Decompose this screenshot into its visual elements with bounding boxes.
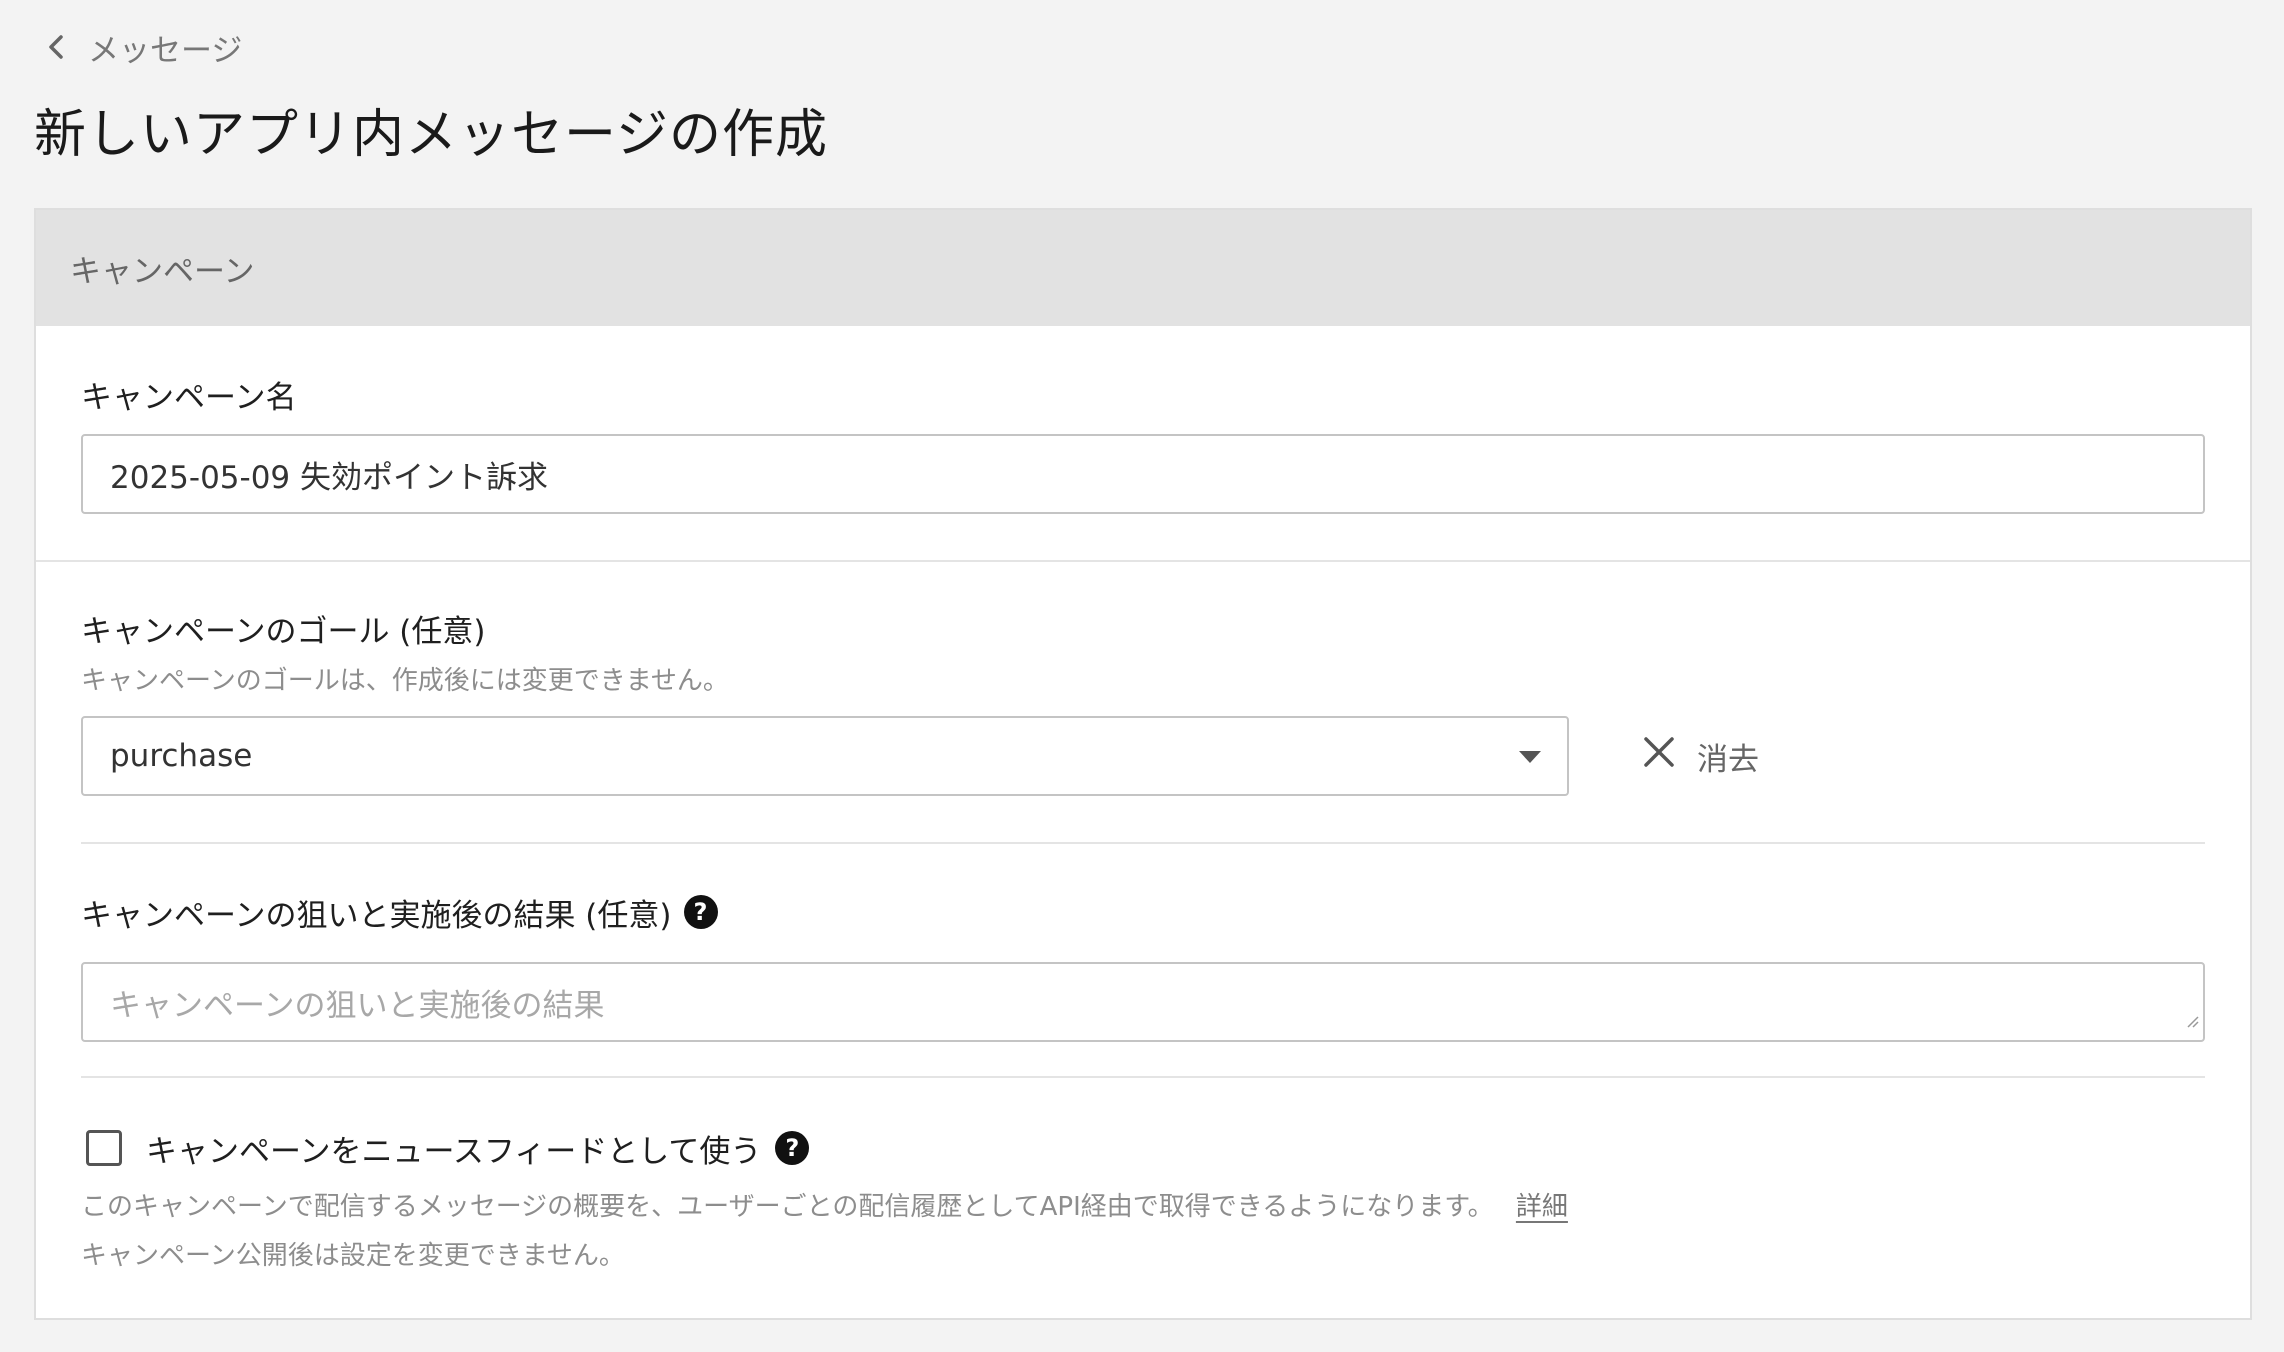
- news-feed-note: キャンペーン公開後は設定を変更できません。: [81, 1241, 625, 1271]
- news-feed-description-row: このキャンペーンで配信するメッセージの概要を、ユーザーごとの配信履歴としてAPI…: [81, 1186, 2205, 1223]
- campaign-name-input[interactable]: 2025-05-09 失効ポイント訴求: [81, 434, 2205, 514]
- breadcrumb[interactable]: メッセージ: [46, 22, 242, 72]
- question-circle-icon[interactable]: ?: [683, 895, 718, 929]
- goal-select[interactable]: purchase: [81, 716, 1569, 796]
- section-divider: [36, 560, 2250, 562]
- aim-label: キャンペーンの狙いと実施後の結果 (任意): [81, 897, 672, 934]
- section-divider: [81, 1076, 2205, 1078]
- news-feed-label[interactable]: キャンペーンをニュースフィードとして使う: [146, 1126, 761, 1171]
- campaign-name-section: キャンペーン名 2025-05-09 失効ポイント訴求: [81, 372, 2205, 514]
- aim-section: キャンペーンの狙いと実施後の結果 (任意) ? キャンペーンの狙いと実施後の結果: [81, 890, 2205, 1042]
- campaign-card: キャンペーン キャンペーン名 2025-05-09 失効ポイント訴求 キャンペー…: [34, 208, 2252, 1320]
- news-feed-description: このキャンペーンで配信するメッセージの概要を、ユーザーごとの配信履歴としてAPI…: [81, 1192, 1494, 1222]
- chevron-left-icon: [46, 34, 68, 60]
- news-feed-section: キャンペーンをニュースフィードとして使う ? このキャンペーンで配信するメッセー…: [81, 1126, 2205, 1272]
- goal-selected-value: purchase: [110, 738, 253, 774]
- clear-goal-button[interactable]: 消去: [1643, 716, 1759, 796]
- news-feed-row: キャンペーンをニュースフィードとして使う ?: [81, 1126, 2205, 1170]
- section-divider: [81, 842, 2205, 844]
- chevron-down-icon: [1519, 751, 1541, 763]
- clear-goal-label: 消去: [1697, 741, 1759, 778]
- goal-help-text: キャンペーンのゴールは、作成後には変更できません。: [81, 666, 729, 696]
- aim-textarea[interactable]: キャンペーンの狙いと実施後の結果: [81, 962, 2205, 1042]
- question-circle-icon[interactable]: ?: [775, 1131, 810, 1165]
- campaign-name-label: キャンペーン名: [81, 379, 297, 416]
- close-icon: [1643, 736, 1675, 776]
- page-title: 新しいアプリ内メッセージの作成: [34, 105, 828, 165]
- aim-label-row: キャンペーンの狙いと実施後の結果 (任意) ?: [81, 890, 2205, 934]
- aim-placeholder: キャンペーンの狙いと実施後の結果: [110, 987, 605, 1024]
- details-link[interactable]: 詳細: [1516, 1192, 1568, 1222]
- campaign-name-value: 2025-05-09 失効ポイント訴求: [110, 459, 549, 496]
- goal-label: キャンペーンのゴール (任意): [81, 613, 486, 650]
- resize-handle-icon[interactable]: [2185, 1000, 2199, 1036]
- news-feed-checkbox[interactable]: [86, 1130, 122, 1166]
- card-header: キャンペーン: [36, 210, 2250, 326]
- goal-section: キャンペーンのゴール (任意) キャンペーンのゴールは、作成後には変更できません…: [81, 606, 2205, 796]
- breadcrumb-label[interactable]: メッセージ: [88, 25, 242, 70]
